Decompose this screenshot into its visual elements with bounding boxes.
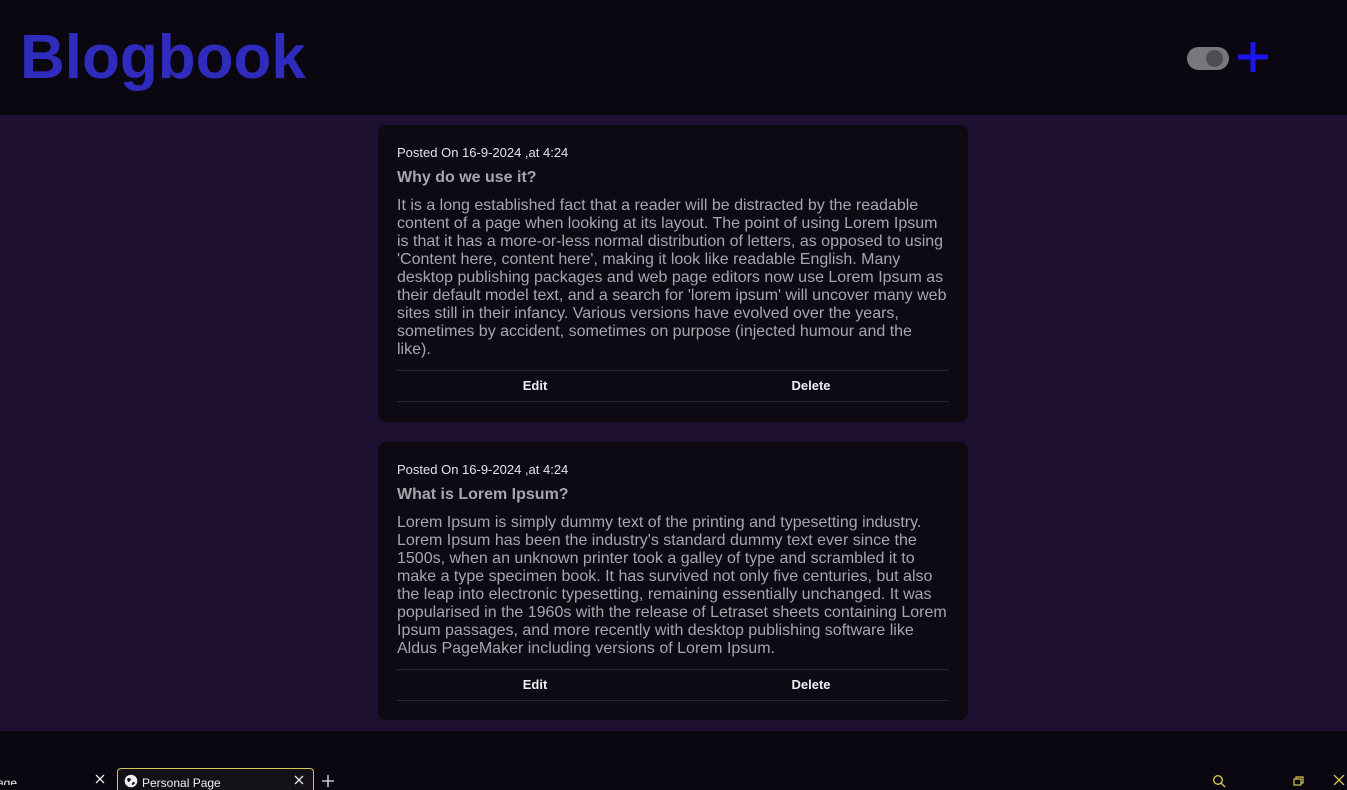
post-body: It is a long established fact that a rea… [397, 197, 947, 358]
browser-tab-active[interactable]: Personal Page [117, 768, 314, 790]
browser-tab-previous[interactable]: age [0, 768, 110, 785]
post-title: What is Lorem Ipsum? [397, 486, 569, 503]
post-title: Why do we use it? [397, 169, 537, 186]
brand-logo[interactable]: Blogbook [20, 22, 306, 94]
app-header: Blogbook [0, 0, 1347, 115]
globe-icon [124, 774, 138, 788]
edit-button[interactable]: Edit [397, 670, 673, 700]
post-date: Posted On 16-9-2024 ,at 4:24 [397, 145, 569, 160]
post-card: Posted On 16-9-2024 ,at 4:24 What is Lor… [378, 442, 968, 720]
tab-label: age [0, 776, 18, 785]
post-body: Lorem Ipsum is simply dummy text of the … [397, 514, 947, 657]
add-post-button[interactable] [1236, 40, 1270, 74]
tab-label: Personal Page [142, 776, 221, 790]
post-date: Posted On 16-9-2024 ,at 4:24 [397, 462, 569, 477]
plus-icon [1238, 42, 1268, 72]
post-feed: Posted On 16-9-2024 ,at 4:24 Why do we u… [0, 115, 1347, 731]
edit-button[interactable]: Edit [397, 371, 673, 401]
delete-button[interactable]: Delete [673, 371, 949, 401]
close-icon[interactable] [293, 774, 305, 786]
delete-button[interactable]: Delete [673, 670, 949, 700]
search-icon[interactable] [1212, 774, 1226, 788]
post-card: Posted On 16-9-2024 ,at 4:24 Why do we u… [378, 125, 968, 422]
theme-toggle[interactable] [1187, 47, 1229, 70]
toggle-knob [1206, 50, 1223, 67]
new-tab-button[interactable] [321, 774, 335, 788]
post-actions: Edit Delete [397, 370, 949, 402]
post-actions: Edit Delete [397, 669, 949, 701]
close-icon[interactable] [1333, 775, 1345, 785]
close-icon[interactable] [94, 773, 106, 785]
